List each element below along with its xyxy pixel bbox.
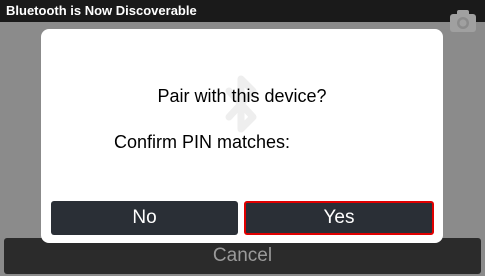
header-title: Bluetooth is Now Discoverable [6,3,197,18]
pairing-dialog: Pair with this device? Confirm PIN match… [41,29,443,243]
dialog-title: Pair with this device? [157,86,327,106]
no-button[interactable]: No [51,201,238,235]
cancel-label: Cancel [212,245,273,266]
pin-confirm-label: Confirm PIN matches: [114,132,291,152]
camera-icon[interactable] [449,9,477,33]
yes-button[interactable]: Yes [244,201,434,235]
cancel-button[interactable]: Cancel [4,238,481,274]
status-header: Bluetooth is Now Discoverable [0,0,485,22]
screen: Bluetooth is Now Discoverable Cancel Pai… [0,0,485,276]
